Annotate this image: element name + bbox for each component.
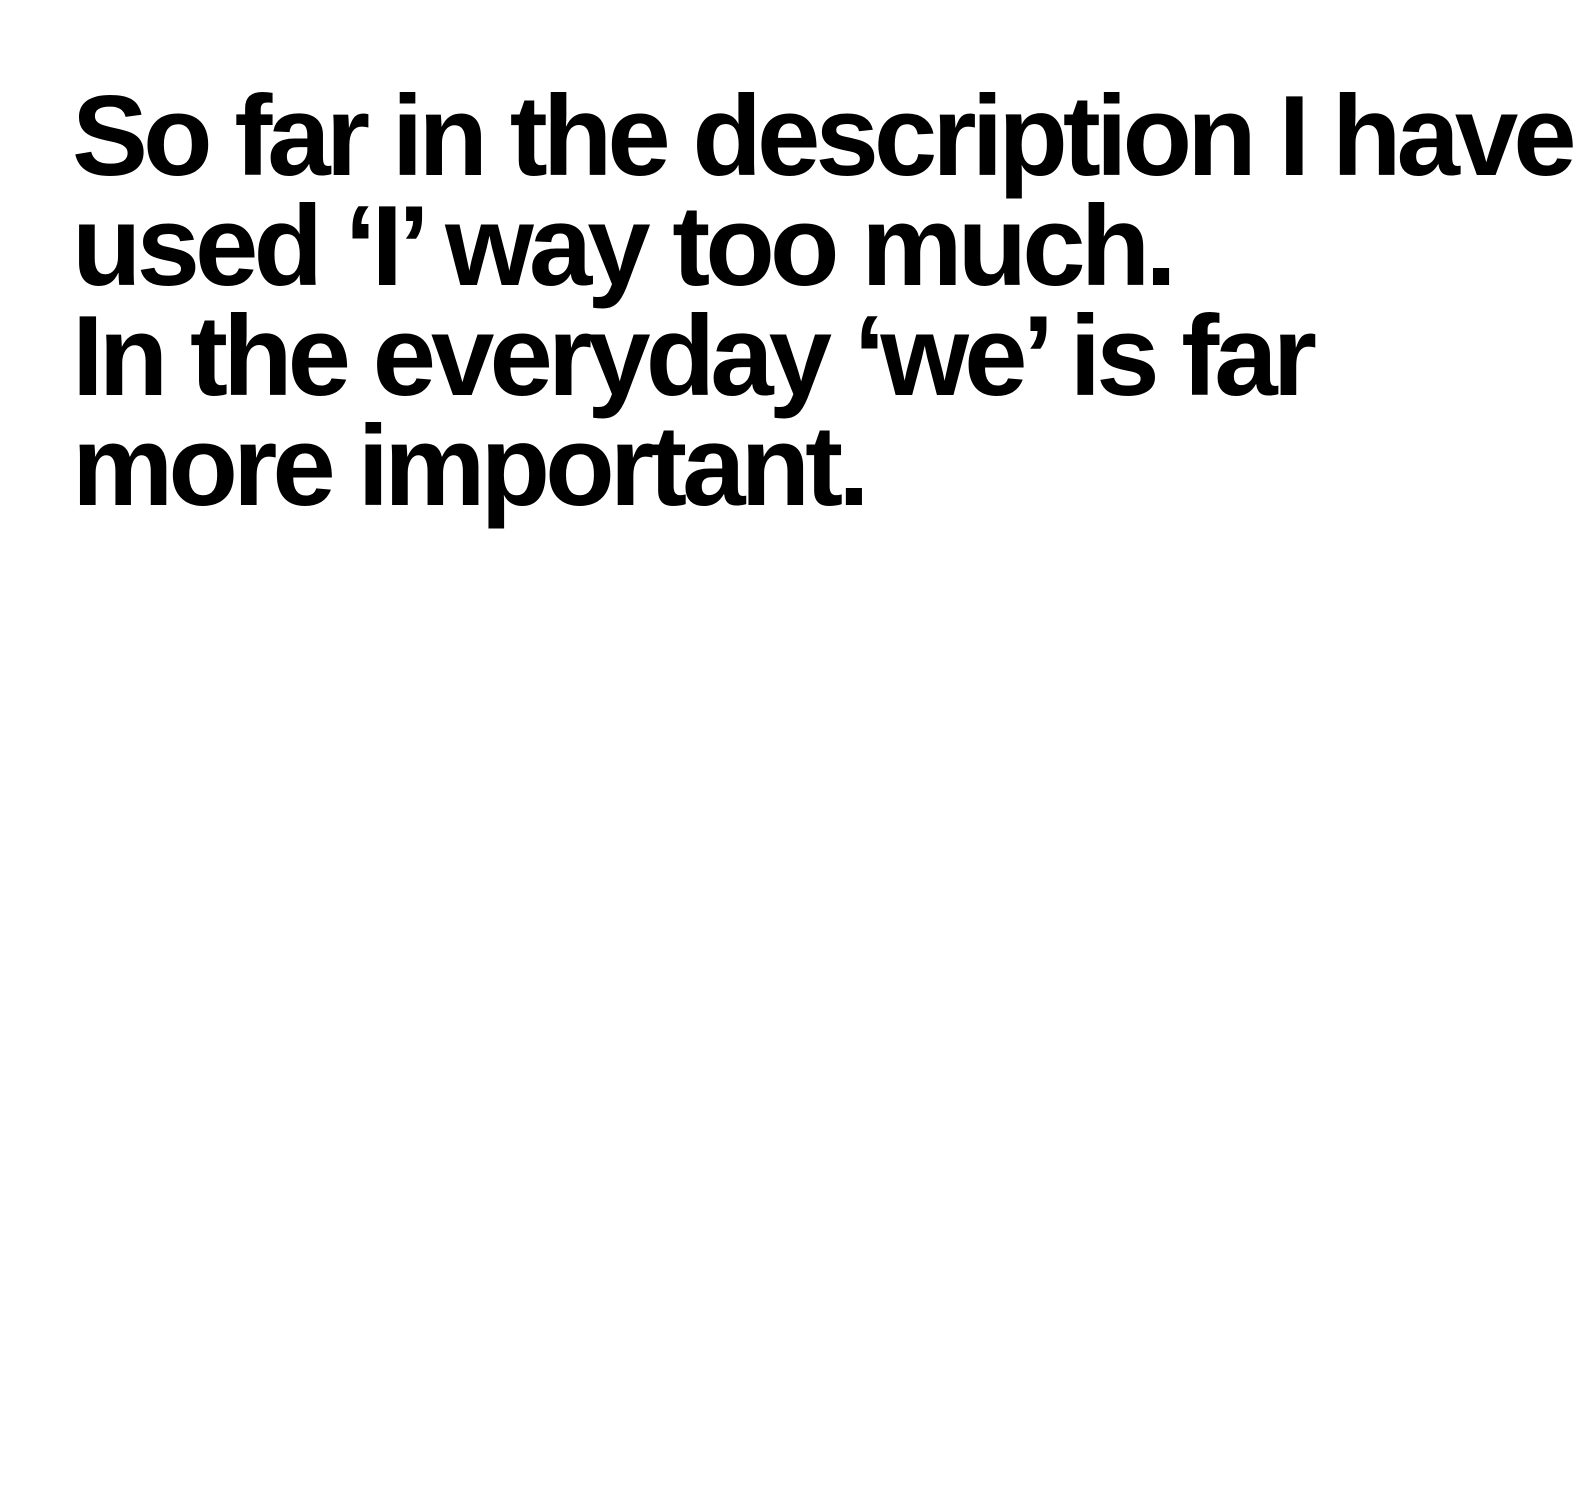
statement-line-3: In the everyday ‘we’ is far <box>72 293 1317 420</box>
statement-line-4: more important. <box>72 403 870 530</box>
statement-line-1: So far in the description I have <box>72 73 1575 200</box>
statement-line-2: used ‘I’ way too much. <box>72 183 1177 310</box>
statement-text: So far in the description I have used ‘I… <box>72 73 1575 530</box>
